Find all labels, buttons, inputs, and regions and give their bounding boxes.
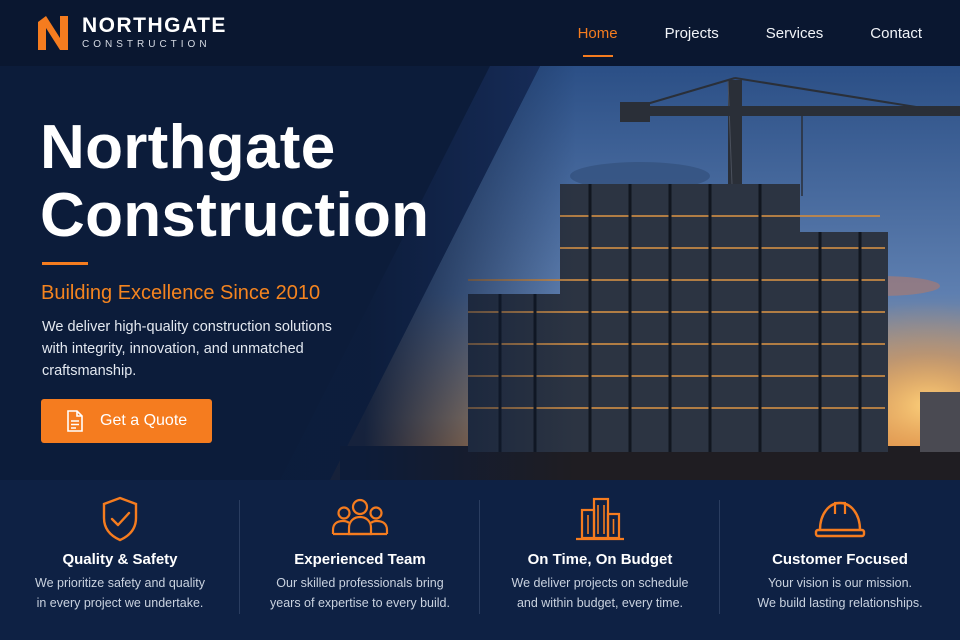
feature-desc-line: in every project we undertake. xyxy=(36,596,204,610)
nav-item-contact[interactable]: Contact xyxy=(870,0,922,66)
buildings-icon xyxy=(576,497,624,541)
nav-item-services[interactable]: Services xyxy=(766,0,824,66)
feature-title: On Time, On Budget xyxy=(527,551,673,568)
feature-description: Your vision is our mission. We build las… xyxy=(740,573,940,613)
feature-desc-line: We build lasting relationships. xyxy=(757,596,923,610)
get-quote-button[interactable]: Get a Quote xyxy=(41,399,212,443)
nav-item-projects[interactable]: Projects xyxy=(665,0,719,66)
get-quote-label: Get a Quote xyxy=(100,412,188,429)
document-icon xyxy=(67,410,83,432)
hero-subtitle: Building Excellence Since 2010 xyxy=(41,282,321,304)
feature-desc-line: We deliver projects on schedule xyxy=(511,576,689,590)
feature-desc-line: and within budget, every time. xyxy=(516,596,684,610)
brand-name: NORTHGATE xyxy=(82,14,227,37)
feature-card: Quality & Safety We prioritize safety an… xyxy=(0,480,240,640)
brand-logo[interactable]: NORTHGATE CONSTRUCTION xyxy=(36,14,227,52)
feature-title: Experienced Team xyxy=(294,551,426,568)
feature-title: Customer Focused xyxy=(772,551,908,568)
brand-tagline: CONSTRUCTION xyxy=(82,39,211,50)
hero-description: We deliver high-quality construction sol… xyxy=(42,319,332,379)
feature-desc-line: Your vision is our mission. xyxy=(767,576,913,590)
logo-mark-icon xyxy=(38,16,68,50)
main-nav: Home Projects Services Contact xyxy=(531,0,922,66)
feature-desc-line: years of expertise to every build. xyxy=(270,596,450,610)
hero-title-line-2: Construction xyxy=(40,181,430,250)
features-section: Quality & Safety We prioritize safety an… xyxy=(0,480,960,640)
team-icon xyxy=(331,498,389,536)
feature-desc-line: We prioritize safety and quality xyxy=(35,576,205,590)
feature-card: On Time, On Budget We deliver projects o… xyxy=(480,480,720,640)
hard-hat-icon xyxy=(814,501,866,538)
hero-accent-line xyxy=(42,262,88,265)
feature-card: Customer Focused Your vision is our miss… xyxy=(720,480,960,640)
feature-description: We prioritize safety and quality in ever… xyxy=(20,573,220,613)
nav-item-home[interactable]: Home xyxy=(578,0,618,66)
site-header: NORTHGATE CONSTRUCTION Home Projects Ser… xyxy=(0,0,960,66)
feature-card: Experienced Team Our skilled professiona… xyxy=(240,480,480,640)
feature-description: We deliver projects on schedule and with… xyxy=(500,573,700,613)
shield-check-icon xyxy=(102,496,138,542)
feature-title: Quality & Safety xyxy=(62,551,178,568)
hero-title-line-1: Northgate xyxy=(40,113,336,182)
hero-section: Northgate Construction Building Excellen… xyxy=(0,66,960,480)
feature-desc-line: Our skilled professionals bring xyxy=(276,576,444,590)
feature-description: Our skilled professionals bring years of… xyxy=(260,573,460,613)
hero-title: Northgate Construction xyxy=(40,114,429,250)
